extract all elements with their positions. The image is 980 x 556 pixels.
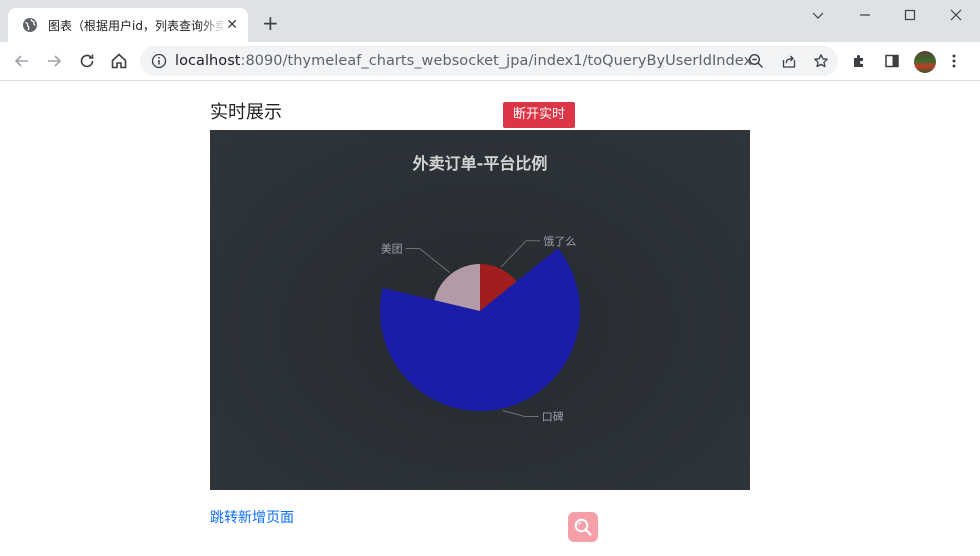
- search-button[interactable]: [568, 512, 598, 542]
- forward-icon[interactable]: [44, 51, 64, 71]
- zoom-icon[interactable]: [748, 53, 764, 69]
- plus-icon[interactable]: +: [262, 13, 279, 33]
- disconnect-realtime-button[interactable]: 断开实时: [503, 102, 575, 128]
- maximize-icon[interactable]: [887, 0, 933, 30]
- window-close-icon[interactable]: [933, 0, 979, 30]
- extensions-icon[interactable]: [851, 53, 867, 69]
- back-icon[interactable]: [12, 51, 32, 71]
- globe-icon: [23, 18, 37, 32]
- pie-label-1: 口碑: [542, 410, 564, 423]
- minimize-icon[interactable]: [795, 0, 841, 30]
- jump-to-add-page-link[interactable]: 跳转新增页面: [210, 507, 294, 527]
- search-icon: [574, 518, 592, 536]
- info-icon[interactable]: [151, 53, 167, 69]
- address-bar[interactable]: localhost:8090/thymeleaf_charts_websocke…: [140, 46, 838, 76]
- browser-toolbar: localhost:8090/thymeleaf_charts_websocke…: [0, 42, 980, 81]
- tab-strip: 图表（根据用户id，列表查询外卖 ✕ +: [0, 0, 980, 42]
- sidepanel-icon[interactable]: [884, 53, 900, 69]
- star-icon[interactable]: [813, 53, 829, 69]
- url-text[interactable]: localhost:8090/thymeleaf_charts_websocke…: [175, 53, 752, 69]
- home-icon[interactable]: [109, 51, 129, 71]
- pie-label-2: 美团: [381, 243, 403, 256]
- page-heading: 实时展示: [210, 102, 282, 123]
- pie-leader-line-0: [500, 240, 541, 268]
- reload-icon[interactable]: [77, 51, 97, 71]
- pie-label-0: 饿了么: [543, 234, 576, 248]
- pie-chart: 饿了么口碑 美团: [379, 234, 580, 423]
- pie-leader-line-1: [502, 409, 539, 417]
- close-icon[interactable]: ✕: [226, 18, 238, 32]
- profile-avatar[interactable]: [914, 51, 936, 73]
- share-icon[interactable]: [781, 53, 797, 69]
- minimize-window-icon[interactable]: [842, 0, 888, 30]
- browser-tab[interactable]: 图表（根据用户id，列表查询外卖 ✕: [8, 8, 248, 42]
- pie-leader-line-2: [405, 248, 450, 273]
- pie-chart-panel: 外卖订单-平台比例 饿了么 口碑 美团: [210, 130, 750, 490]
- tab-title: 图表（根据用户id，列表查询外卖: [48, 18, 226, 33]
- menu-icon[interactable]: [951, 53, 957, 69]
